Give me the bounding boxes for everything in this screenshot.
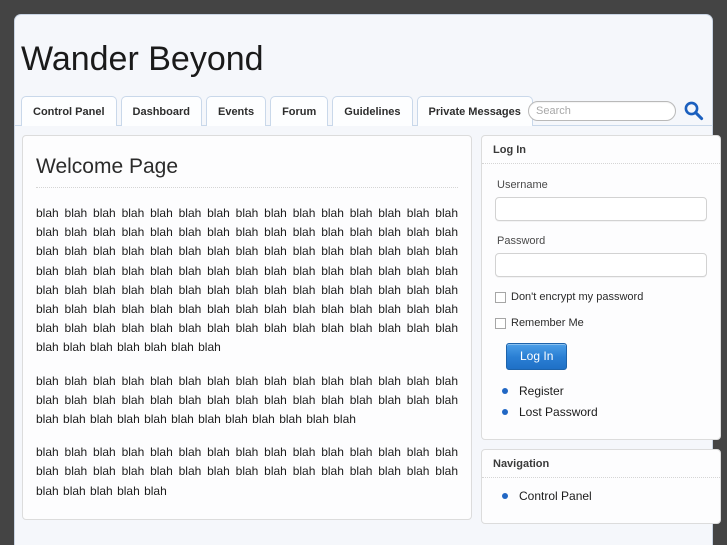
lost-password-link[interactable]: Lost Password: [519, 405, 598, 419]
main-content-panel: Welcome Page blah blah blah blah blah bl…: [22, 135, 472, 520]
nav-tab-item: Dashboard: [120, 96, 202, 126]
username-label: Username: [497, 179, 548, 191]
site-header: Wander Beyond Control Panel Dashboard Ev…: [15, 15, 712, 126]
nav-tab-item: Private Messages: [416, 96, 533, 126]
tab-private-messages[interactable]: Private Messages: [416, 96, 533, 126]
navigation-panel-title: Navigation: [482, 450, 720, 478]
list-item: Lost Password: [499, 405, 707, 419]
tab-forum[interactable]: Forum: [270, 96, 329, 126]
bullet-icon: [502, 409, 508, 415]
remember-me-checkbox[interactable]: [495, 317, 506, 329]
search-icon: [683, 101, 704, 124]
site-title: Wander Beyond: [21, 40, 264, 78]
login-panel-body: Username Password Don't encrypt my passw…: [482, 164, 720, 439]
body-paragraph: blah blah blah blah blah blah blah blah …: [36, 206, 458, 355]
no-encrypt-label: Don't encrypt my password: [511, 291, 644, 303]
password-input[interactable]: [495, 253, 707, 277]
list-item: Control Panel: [499, 489, 707, 503]
tab-control-panel[interactable]: Control Panel: [21, 96, 117, 126]
no-encrypt-checkbox[interactable]: [495, 291, 506, 303]
bullet-icon: [502, 388, 508, 394]
search-area: [528, 100, 704, 121]
nav-tab-item: Control Panel: [21, 96, 117, 126]
no-encrypt-row[interactable]: Don't encrypt my password: [495, 291, 707, 303]
navigation-panel-body: Control Panel: [482, 478, 720, 523]
register-link[interactable]: Register: [519, 384, 564, 398]
nav-link-control-panel[interactable]: Control Panel: [519, 489, 592, 503]
list-item: Register: [499, 384, 707, 398]
login-panel-title: Log In: [482, 136, 720, 164]
nav-bar: Control Panel Dashboard Events Forum Gui…: [15, 93, 712, 126]
nav-tab-item: Guidelines: [332, 96, 413, 126]
search-button[interactable]: [683, 100, 704, 121]
tab-events[interactable]: Events: [205, 96, 267, 126]
body-paragraph: blah blah blah blah blah blah blah blah …: [36, 445, 458, 498]
remember-me-row[interactable]: Remember Me: [495, 317, 707, 329]
remember-me-label: Remember Me: [511, 317, 584, 329]
tab-guidelines[interactable]: Guidelines: [332, 96, 413, 126]
login-button[interactable]: Log In: [506, 343, 568, 370]
navigation-links: Control Panel: [495, 489, 707, 503]
bullet-icon: [502, 493, 508, 499]
login-links: Register Lost Password: [495, 384, 707, 419]
tab-dashboard[interactable]: Dashboard: [120, 96, 202, 126]
content-wrap: Welcome Page blah blah blah blah blah bl…: [15, 126, 721, 533]
page-shell: Wander Beyond Control Panel Dashboard Ev…: [14, 14, 721, 545]
navigation-panel: Navigation Control Panel: [481, 449, 721, 524]
login-panel: Log In Username Password Don't encrypt m…: [481, 135, 721, 440]
sidebar: Log In Username Password Don't encrypt m…: [481, 135, 721, 533]
nav-tab-item: Events: [205, 96, 267, 126]
page-title: Welcome Page: [36, 153, 458, 188]
nav-tab-item: Forum: [270, 96, 329, 126]
body-paragraph: blah blah blah blah blah blah blah blah …: [36, 373, 458, 427]
password-label: Password: [497, 235, 546, 247]
search-input[interactable]: [528, 100, 676, 121]
username-input[interactable]: [495, 197, 707, 221]
